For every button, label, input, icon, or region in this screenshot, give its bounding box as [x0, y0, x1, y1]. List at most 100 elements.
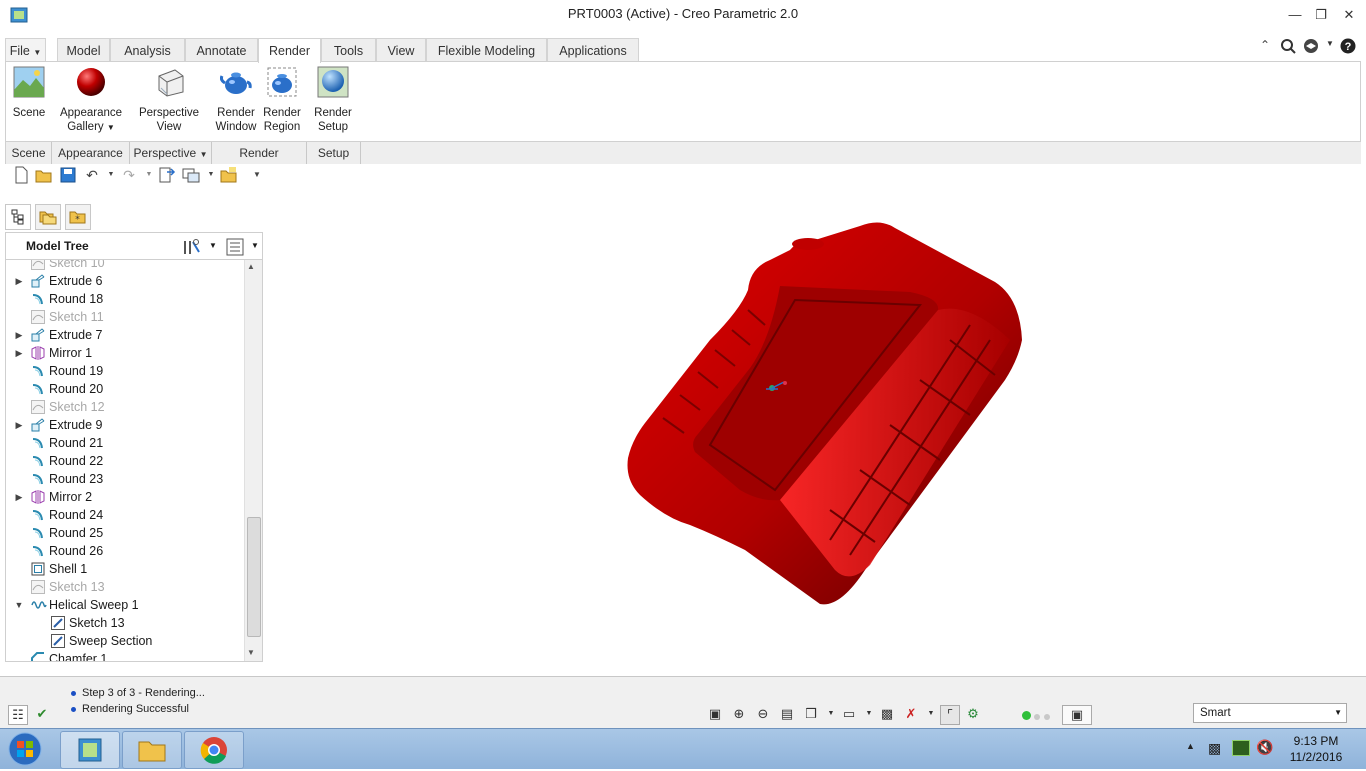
- tab-tools[interactable]: Tools: [321, 38, 376, 61]
- tab-render[interactable]: Render: [258, 38, 321, 63]
- community-icon[interactable]: [1302, 38, 1320, 54]
- community-dropdown-icon[interactable]: ▼: [1326, 39, 1334, 48]
- minimize-button[interactable]: —: [1283, 6, 1307, 24]
- undo-icon[interactable]: ↶: [83, 166, 101, 184]
- tree-item[interactable]: Round 22: [6, 452, 244, 470]
- datum-display-dropdown-icon[interactable]: ▼: [922, 705, 940, 723]
- scroll-down-icon[interactable]: ▼: [247, 648, 255, 657]
- tree-item[interactable]: Round 19: [6, 362, 244, 380]
- tree-item[interactable]: ▶ Mirror 1: [6, 344, 244, 362]
- perspective-view-button[interactable]: Perspective View: [134, 66, 204, 134]
- model-tree-tab[interactable]: [5, 204, 31, 230]
- graphics-viewport[interactable]: [270, 190, 1366, 674]
- windows-icon[interactable]: [182, 166, 200, 184]
- expand-icon[interactable]: ▶: [14, 326, 24, 344]
- start-button[interactable]: [5, 730, 45, 768]
- folder-browser-tab[interactable]: [35, 204, 61, 230]
- tree-settings-icon[interactable]: [182, 238, 202, 256]
- new-file-icon[interactable]: [12, 166, 30, 184]
- expand-icon[interactable]: ▶: [14, 344, 24, 362]
- render-region-button[interactable]: Render Region: [260, 66, 304, 134]
- zoom-in-icon[interactable]: ⊕: [730, 705, 748, 723]
- tree-item[interactable]: Round 25: [6, 524, 244, 542]
- undo-dropdown-icon[interactable]: ▼: [102, 166, 120, 184]
- tab-model[interactable]: Model: [57, 38, 110, 61]
- tree-item[interactable]: Sweep Section: [6, 632, 244, 650]
- windows-dropdown-icon[interactable]: ▼: [202, 166, 220, 184]
- taskbar-explorer[interactable]: [122, 731, 182, 769]
- system-clock[interactable]: 9:13 PM 11/2/2016: [1280, 733, 1352, 765]
- regenerate-icon[interactable]: [158, 166, 176, 184]
- scrollbar-thumb[interactable]: [247, 517, 261, 637]
- open-folder-icon[interactable]: [35, 166, 53, 184]
- saved-orientations-icon[interactable]: ❒: [802, 705, 820, 723]
- scroll-up-icon[interactable]: ▲: [247, 262, 255, 271]
- redo-icon[interactable]: ↷: [120, 166, 138, 184]
- tree-item[interactable]: Sketch 13: [6, 614, 244, 632]
- tree-item[interactable]: Chamfer 1: [6, 650, 244, 661]
- tree-item[interactable]: Round 21: [6, 434, 244, 452]
- volume-muted-icon[interactable]: 🔇: [1256, 739, 1273, 756]
- tree-item[interactable]: Round 26: [6, 542, 244, 560]
- redo-dropdown-icon[interactable]: ▼: [140, 166, 158, 184]
- nvidia-icon[interactable]: [1232, 740, 1250, 756]
- appearance-gallery-button[interactable]: Appearance Gallery ▼: [58, 66, 124, 135]
- taskbar-chrome[interactable]: [184, 731, 244, 769]
- datum-display-icon[interactable]: ✗: [902, 705, 920, 723]
- tab-file[interactable]: File ▼: [5, 38, 46, 61]
- tab-applications[interactable]: Applications: [547, 38, 639, 61]
- navigator-toggle-icon[interactable]: ☷: [8, 705, 28, 725]
- tree-item[interactable]: ▶ Mirror 2: [6, 488, 244, 506]
- tree-item[interactable]: Round 23: [6, 470, 244, 488]
- tree-item[interactable]: Sketch 13: [6, 578, 244, 596]
- tree-item[interactable]: Shell 1: [6, 560, 244, 578]
- show-options-dropdown-icon[interactable]: ▼: [251, 241, 259, 250]
- find-icon[interactable]: ▣: [1062, 705, 1092, 725]
- appearance-dropdown-icon[interactable]: ▼: [107, 123, 115, 132]
- tree-item[interactable]: Round 24: [6, 506, 244, 524]
- render-window-button[interactable]: Render Window: [213, 66, 259, 134]
- tree-item[interactable]: Round 18: [6, 290, 244, 308]
- tree-item[interactable]: ▶ Extrude 9: [6, 416, 244, 434]
- spin-center-icon[interactable]: ⌜: [940, 705, 960, 725]
- tab-annotate[interactable]: Annotate: [185, 38, 258, 61]
- tab-view[interactable]: View: [376, 38, 426, 61]
- tree-settings-dropdown-icon[interactable]: ▼: [209, 241, 217, 250]
- perspective-dropdown-icon[interactable]: ▼: [200, 150, 208, 159]
- customize-toolbar-icon[interactable]: ▼: [248, 166, 266, 184]
- annotation-display-icon[interactable]: ⚙: [964, 705, 982, 723]
- tree-item[interactable]: Round 20: [6, 380, 244, 398]
- tree-item[interactable]: Sketch 12: [6, 398, 244, 416]
- rendered-model[interactable]: [270, 190, 1366, 674]
- tree-item[interactable]: ▶ Extrude 6: [6, 272, 244, 290]
- render-setup-button[interactable]: Render Setup: [311, 66, 355, 134]
- view-manager-icon[interactable]: ▩: [878, 705, 896, 723]
- search-icon[interactable]: [1280, 38, 1296, 54]
- scene-button[interactable]: Scene: [8, 66, 50, 120]
- show-options-icon[interactable]: [226, 238, 244, 256]
- restore-button[interactable]: ❐: [1309, 6, 1333, 24]
- browser-toggle-icon[interactable]: ✔: [33, 705, 51, 723]
- selection-filter[interactable]: Smart ▼: [1193, 703, 1347, 723]
- expand-icon[interactable]: ▶: [14, 272, 24, 290]
- expand-icon[interactable]: ▶: [14, 416, 24, 434]
- favorites-tab[interactable]: *: [65, 204, 91, 230]
- show-hidden-icons[interactable]: ▲: [1186, 741, 1195, 751]
- chevron-down-icon[interactable]: ▼: [1334, 704, 1342, 722]
- tree-item[interactable]: ▼ Helical Sweep 1: [6, 596, 244, 614]
- display-style-dropdown-icon[interactable]: ▼: [860, 705, 878, 723]
- zoom-out-icon[interactable]: ⊖: [754, 705, 772, 723]
- network-icon[interactable]: ▩: [1208, 740, 1221, 757]
- tab-analysis[interactable]: Analysis: [110, 38, 185, 61]
- tree-item[interactable]: Sketch 10: [6, 260, 244, 272]
- collapse-icon[interactable]: ▼: [14, 596, 24, 614]
- close-button[interactable]: ✕: [1337, 6, 1361, 24]
- close-window-icon[interactable]: [220, 166, 238, 184]
- repaint-icon[interactable]: ▤: [778, 705, 796, 723]
- tab-flexible-modeling[interactable]: Flexible Modeling: [426, 38, 547, 61]
- saved-orientations-dropdown-icon[interactable]: ▼: [822, 705, 840, 723]
- minimize-ribbon-icon[interactable]: ⌃: [1260, 38, 1270, 52]
- display-style-icon[interactable]: ▭: [840, 705, 858, 723]
- tree-scrollbar[interactable]: ▲ ▼: [244, 260, 262, 661]
- refit-icon[interactable]: ▣: [706, 705, 724, 723]
